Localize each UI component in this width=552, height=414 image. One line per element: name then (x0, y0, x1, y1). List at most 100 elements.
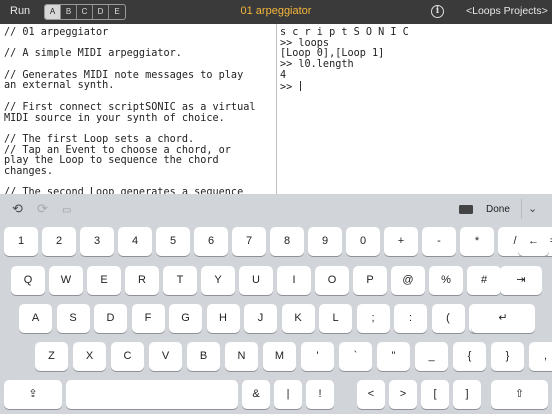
key-symbol[interactable]: # (467, 266, 501, 295)
key-t[interactable]: T (163, 266, 197, 295)
key-6[interactable]: 6 (194, 227, 228, 256)
console-line-text: s c r i p t S O N I C (280, 27, 409, 38)
key-2[interactable]: 2 (42, 227, 76, 256)
key-5[interactable]: 5 (156, 227, 190, 256)
key-n[interactable]: N (225, 342, 258, 371)
key-symbol[interactable]: " (377, 342, 410, 371)
key-o[interactable]: O (315, 266, 349, 295)
paste-icon[interactable]: ▭ (62, 204, 71, 217)
on-screen-keyboard: ⟲ ⟳ ▭ Done ⌄ 1234567890+-*/=←QWERTYUIOP@… (0, 194, 552, 414)
key-a[interactable]: A (19, 304, 52, 333)
key-y[interactable]: Y (201, 266, 235, 295)
key-d[interactable]: D (94, 304, 127, 333)
slot-e-button[interactable]: E (109, 5, 125, 19)
shift-key[interactable]: ⇧ (491, 380, 548, 409)
done-button[interactable]: Done (486, 204, 510, 215)
top-bar: Run A B C D E 01 arpeggiator i <Loops Pr… (0, 0, 552, 24)
key-c[interactable]: C (111, 342, 144, 371)
key-f[interactable]: F (131, 304, 165, 333)
key-symbol[interactable]: ! (306, 380, 334, 409)
console-line-text: >> loops (280, 37, 330, 49)
key-symbol[interactable]: [ (421, 380, 449, 409)
console[interactable]: s c r i p t S O N I C >> loops [Loop 0],[L… (277, 24, 552, 194)
return-key[interactable]: ↵ (471, 304, 535, 333)
project-title: 01 arpeggiator (240, 5, 312, 17)
key-v[interactable]: V (149, 342, 182, 371)
key-symbol[interactable]: : (394, 304, 427, 333)
code-line: // 01 arpeggiator (4, 27, 109, 38)
redo-icon[interactable]: ⟳ (37, 202, 48, 215)
code-line: // First connect scriptSONIC as a virtua… (4, 101, 256, 113)
key-r[interactable]: R (125, 266, 159, 295)
run-button[interactable]: Run (10, 5, 30, 17)
backspace-key[interactable]: ← (518, 227, 549, 256)
chevron-down-icon[interactable]: ⌄ (528, 202, 537, 215)
slot-a-button[interactable]: A (45, 5, 61, 19)
code-line: // A simple MIDI arpeggiator. (4, 48, 182, 60)
key-0[interactable]: 0 (346, 227, 380, 256)
key-7[interactable]: 7 (232, 227, 266, 256)
key-x[interactable]: X (73, 342, 106, 371)
code-line: an external synth. (4, 80, 115, 92)
key-symbol[interactable]: ; (356, 304, 390, 333)
key-4[interactable]: 4 (118, 227, 152, 256)
key-symbol[interactable]: , (529, 342, 552, 371)
key-z[interactable]: Z (35, 342, 68, 371)
key-h[interactable]: H (206, 304, 240, 333)
key-3[interactable]: 3 (80, 227, 114, 256)
key-1[interactable]: 1 (4, 227, 38, 256)
key-e[interactable]: E (87, 266, 121, 295)
key-symbol[interactable]: < (357, 380, 385, 409)
key-symbol[interactable]: @ (391, 266, 425, 295)
key-k[interactable]: K (281, 304, 315, 333)
key-symbol[interactable]: } (491, 342, 524, 371)
key-symbol[interactable]: ' (301, 342, 334, 371)
key-i[interactable]: I (277, 266, 311, 295)
code-line: MIDI source in your synth of choice. (4, 112, 225, 124)
key-symbol[interactable]: * (460, 227, 494, 256)
key-b[interactable]: B (187, 342, 220, 371)
key-symbol[interactable]: % (429, 266, 463, 295)
key-9[interactable]: 9 (308, 227, 342, 256)
key-symbol[interactable]: { (453, 342, 486, 371)
key-symbol[interactable]: _ (415, 342, 448, 371)
key-symbol[interactable]: > (389, 380, 417, 409)
text-cursor (300, 81, 302, 92)
key-g[interactable]: G (169, 304, 202, 333)
slot-c-button[interactable]: C (77, 5, 93, 19)
key-m[interactable]: M (263, 342, 296, 371)
slot-b-button[interactable]: B (61, 5, 77, 19)
key-8[interactable]: 8 (270, 227, 304, 256)
loops-projects-link[interactable]: <Loops Projects> (466, 5, 548, 17)
key-w[interactable]: W (49, 266, 83, 295)
key-u[interactable]: U (239, 266, 273, 295)
console-line-text: >> l0.length (280, 59, 354, 71)
info-icon[interactable]: i (431, 5, 444, 18)
key-symbol[interactable]: + (384, 227, 418, 256)
undo-icon[interactable]: ⟲ (12, 202, 23, 215)
caps-lock-key[interactable]: ⇪ (4, 380, 62, 409)
key-symbol[interactable]: ` (339, 342, 372, 371)
key-l[interactable]: L (319, 304, 352, 333)
slot-d-button[interactable]: D (93, 5, 109, 19)
space-bar[interactable] (66, 380, 238, 409)
key-symbol[interactable]: | (274, 380, 302, 409)
editor-area: // 01 arpeggiator // A simple MIDI arpegg… (0, 24, 552, 194)
keyboard-toolbar: ⟲ ⟳ ▭ Done ⌄ (0, 194, 552, 224)
key-symbol[interactable]: - (422, 227, 456, 256)
console-prompt: >> (280, 81, 552, 93)
key-s[interactable]: S (56, 304, 90, 333)
key-symbol[interactable]: ] (453, 380, 481, 409)
keyboard-icon[interactable] (459, 205, 473, 214)
toolbar-divider (521, 199, 522, 219)
key-p[interactable]: P (353, 266, 387, 295)
code-line: changes. (4, 165, 54, 177)
key-symbol[interactable]: ( (431, 304, 465, 333)
key-q[interactable]: Q (11, 266, 45, 295)
code-editor[interactable]: // 01 arpeggiator // A simple MIDI arpegg… (0, 24, 276, 194)
tab-key[interactable]: ⇥ (500, 266, 542, 295)
console-line-text: 4 (280, 69, 287, 81)
console-line-text: [Loop 0],[Loop 1] (280, 48, 385, 60)
key-symbol[interactable]: & (242, 380, 270, 409)
key-j[interactable]: J (244, 304, 277, 333)
